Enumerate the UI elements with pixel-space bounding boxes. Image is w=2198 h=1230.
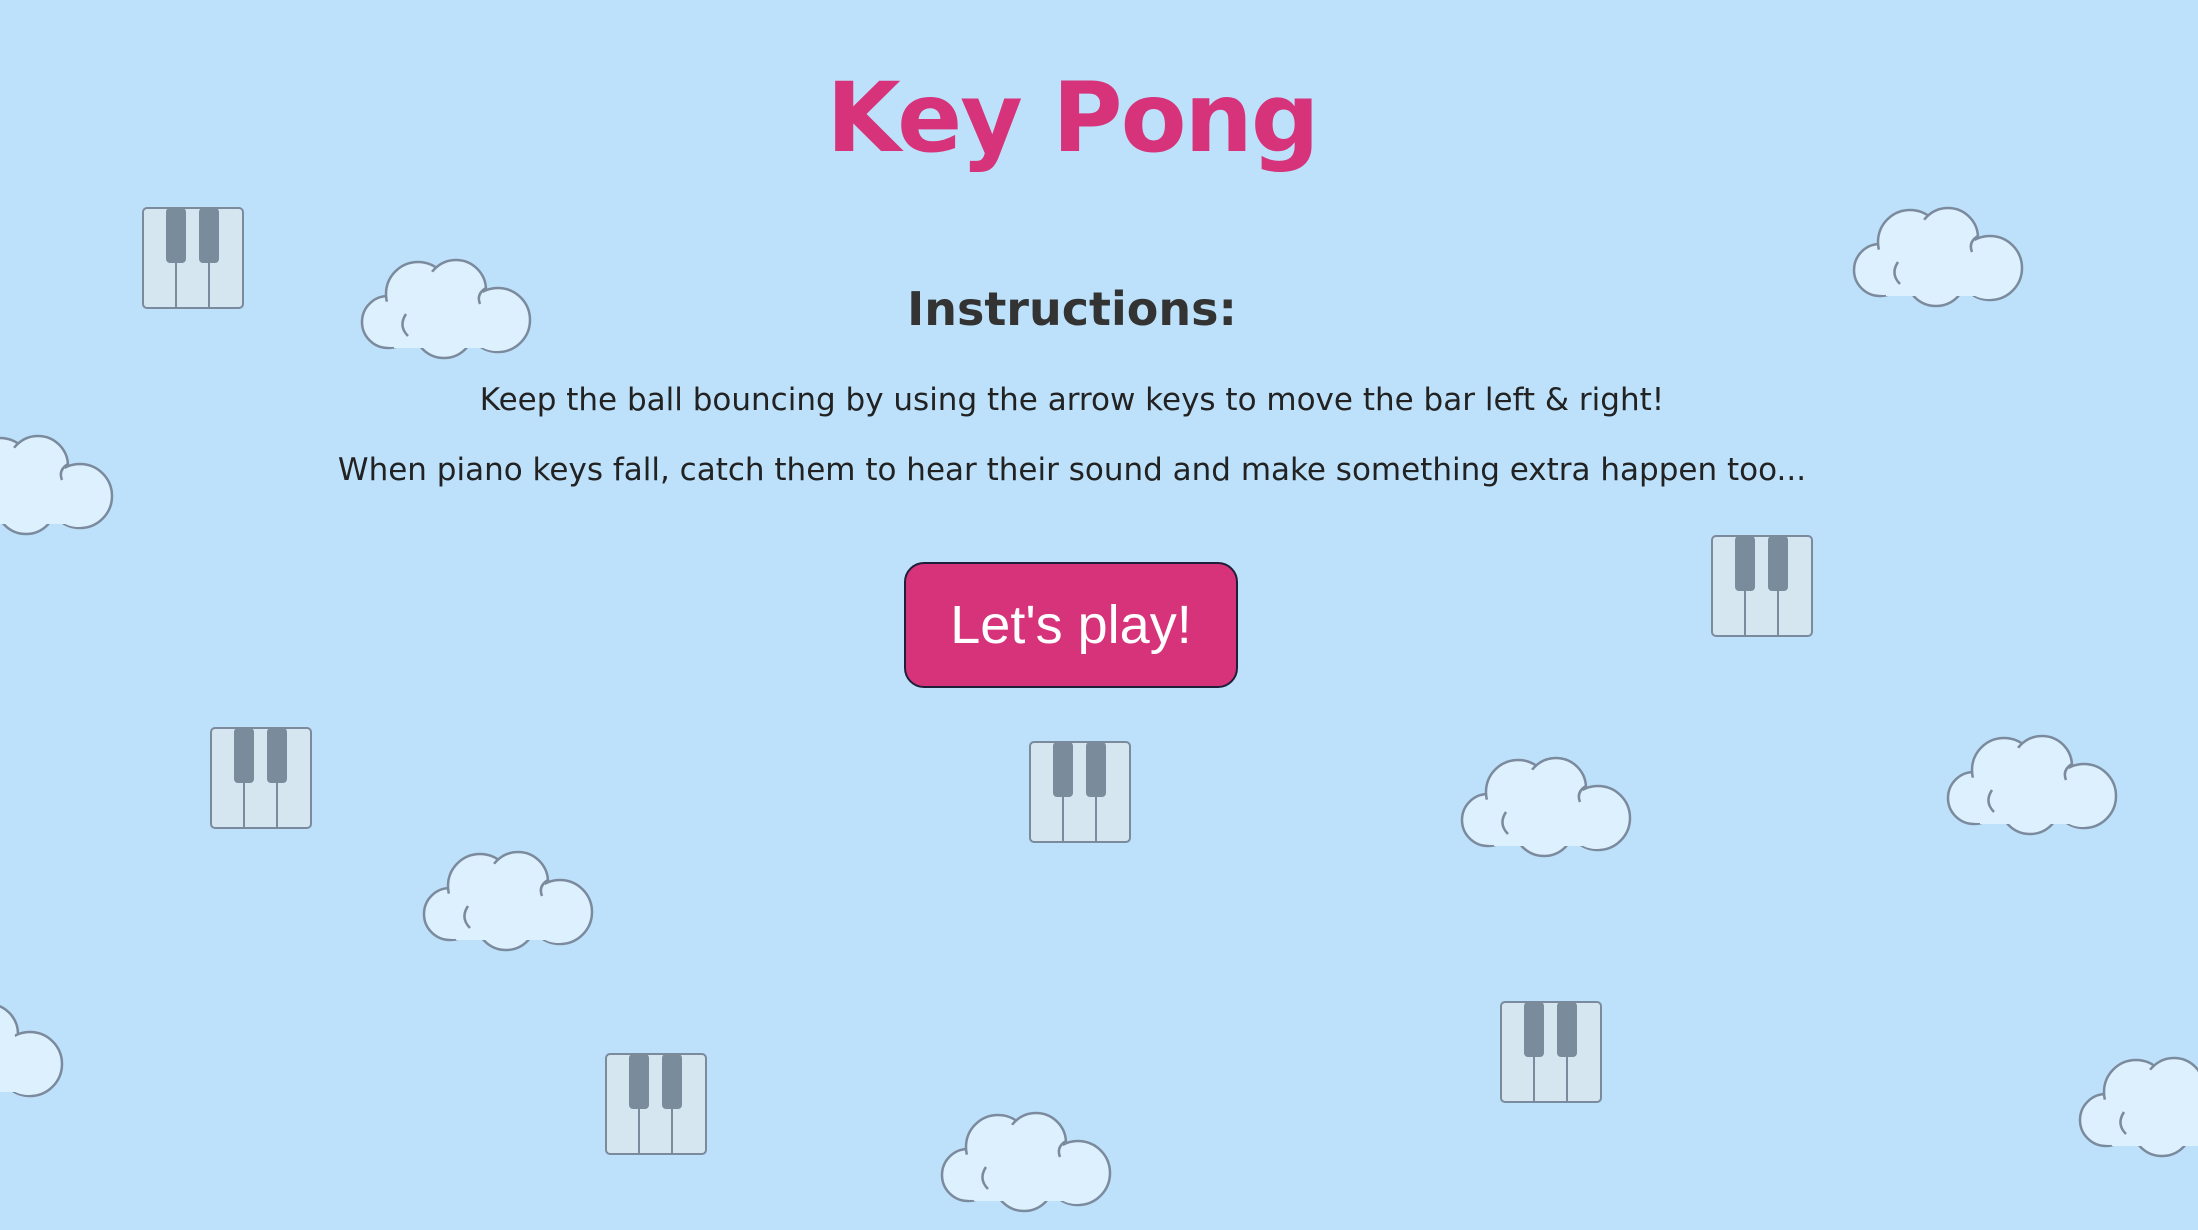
cloud-icon (2078, 1056, 2198, 1158)
piano-keys-icon (605, 1053, 707, 1155)
piano-keys-icon (1500, 1001, 1602, 1103)
cloud-icon (0, 1005, 64, 1098)
game-start-screen: Key Pong Instructions: Keep the ball bou… (0, 0, 2198, 1230)
instruction-text: When piano keys fall, catch them to hear… (337, 452, 1807, 488)
piano-keys-icon (1029, 741, 1131, 843)
play-button[interactable]: Let's play! (904, 562, 1238, 688)
instruction-text: Keep the ball bouncing by using the arro… (479, 382, 1665, 418)
cloud-icon (1460, 756, 1632, 858)
cloud-icon (1946, 734, 2118, 836)
cloud-icon (422, 850, 594, 952)
game-title: Key Pong (826, 62, 1319, 174)
piano-keys-icon (1711, 535, 1813, 637)
instructions-heading: Instructions: (907, 282, 1237, 336)
piano-keys-icon (210, 727, 312, 829)
cloud-icon (940, 1111, 1112, 1213)
